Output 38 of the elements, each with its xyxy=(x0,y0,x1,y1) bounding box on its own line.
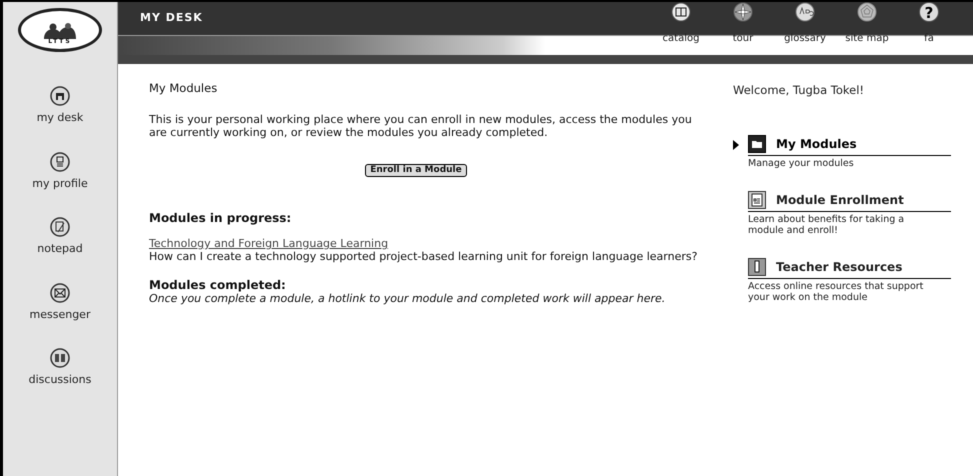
compass-icon[interactable] xyxy=(733,2,753,22)
menu-description: Access online resources that support your work on the module xyxy=(748,281,924,304)
section-heading: My Modules xyxy=(149,82,218,95)
pencil-icon xyxy=(748,258,766,276)
nav-link[interactable]: tour xyxy=(712,2,774,46)
section-heading: Modules in progress: xyxy=(149,212,292,225)
menu-description: Learn about benefits for taking a module and enroll! xyxy=(748,214,906,236)
notepad-icon xyxy=(50,217,70,237)
sidebar-item[interactable]: notepad xyxy=(37,217,83,258)
nav-link[interactable]: catalog xyxy=(650,2,712,46)
module-link[interactable]: Technology and Foreign Language Learning xyxy=(149,237,388,250)
nav-link[interactable]: glossary xyxy=(774,2,836,46)
menu-link[interactable]: My Modules xyxy=(748,135,951,156)
form-icon xyxy=(748,191,766,210)
menu-description: Manage your modules xyxy=(748,158,855,170)
folder-icon xyxy=(748,135,766,154)
intro-text: This is your personal working place where you can enroll in new modules, access the modules you are currently working on, or review the modules you already completed. xyxy=(149,113,693,139)
nav-link[interactable]: ? fa xyxy=(898,2,960,46)
page-title: MY DESK xyxy=(140,10,203,26)
book-icon[interactable] xyxy=(671,2,691,22)
desk-icon xyxy=(50,86,70,106)
profile-icon xyxy=(50,152,70,172)
web-icon[interactable] xyxy=(857,2,877,22)
section-heading: Modules completed: xyxy=(149,279,287,292)
completed-note: Once you complete a module, a hotlink to your module and completed work will appear here. xyxy=(149,292,666,305)
sidebar-item[interactable]: messenger xyxy=(30,282,90,323)
sidebar-item[interactable]: discussions xyxy=(28,348,92,388)
discussion-icon xyxy=(50,348,70,368)
enroll-button[interactable]: Enroll in a Module xyxy=(365,164,467,177)
sidebar-item[interactable]: my profile xyxy=(32,152,88,192)
sidebar-item[interactable]: my desk xyxy=(36,86,84,126)
module-description: How can I create a technology supported project-based learning unit for foreign language learners? xyxy=(149,250,698,263)
menu-link[interactable]: Module Enrollment xyxy=(748,191,951,212)
menu-link[interactable]: Teacher Resources xyxy=(748,258,951,280)
nav-link[interactable]: site map xyxy=(836,2,898,46)
welcome-text: Welcome, Tugba Tokel! xyxy=(733,82,866,99)
abc-icon[interactable] xyxy=(795,2,815,22)
envelope-icon xyxy=(50,282,70,302)
